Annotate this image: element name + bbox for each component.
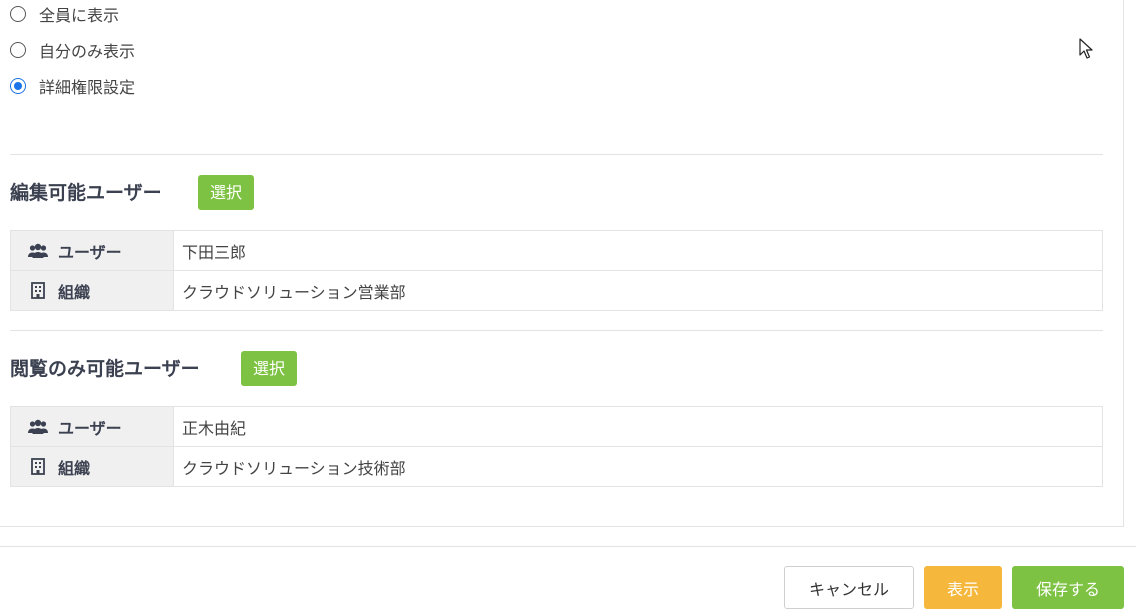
user-value: 正木由紀 (173, 406, 1103, 447)
org-value: クラウドソリューション技術部 (173, 446, 1103, 487)
org-label: 組織 (58, 282, 91, 302)
user-label-cell: ユーザー (10, 230, 174, 271)
edit-users-table: ユーザー 下田三郎 組織 クラウドソリューション営業部 (10, 230, 1103, 311)
save-button[interactable]: 保存する (1012, 566, 1124, 609)
divider (10, 154, 1103, 155)
table-row: ユーザー 正木由紀 (10, 406, 1103, 447)
user-label: ユーザー (58, 242, 122, 262)
radio-button[interactable] (10, 42, 26, 58)
footer-divider (0, 546, 1136, 547)
user-label: ユーザー (58, 418, 122, 438)
radio-show-self[interactable]: 自分のみ表示 (10, 38, 135, 62)
user-value: 下田三郎 (173, 230, 1103, 271)
building-icon (27, 458, 49, 475)
radio-show-all[interactable]: 全員に表示 (10, 2, 119, 26)
table-row: ユーザー 下田三郎 (10, 230, 1103, 271)
cancel-button[interactable]: キャンセル (784, 566, 914, 609)
table-row: 組織 クラウドソリューション技術部 (10, 446, 1103, 487)
mouse-cursor-icon (1079, 38, 1093, 64)
edit-users-title: 編集可能ユーザー (10, 182, 162, 204)
radio-label: 自分のみ表示 (39, 42, 136, 61)
radio-button[interactable] (10, 6, 26, 22)
org-value: クラウドソリューション営業部 (173, 270, 1103, 311)
divider (10, 330, 1103, 331)
org-label-cell: 組織 (10, 270, 174, 311)
edit-users-select-button[interactable]: 選択 (198, 175, 255, 210)
view-users-table: ユーザー 正木由紀 組織 クラウドソリューション技術部 (10, 406, 1103, 487)
org-label: 組織 (58, 458, 91, 478)
radio-label: 詳細権限設定 (39, 78, 136, 97)
users-icon (27, 243, 49, 259)
org-label-cell: 組織 (10, 446, 174, 487)
radio-label: 全員に表示 (39, 6, 120, 25)
table-row: 組織 クラウドソリューション営業部 (10, 270, 1103, 311)
user-label-cell: ユーザー (10, 406, 174, 447)
radio-button[interactable] (10, 78, 26, 94)
view-users-select-button[interactable]: 選択 (241, 351, 298, 386)
permission-panel: 全員に表示 自分のみ表示 詳細権限設定 編集可能ユーザー 選択 ユーザー 下田三… (0, 0, 1124, 527)
users-icon (27, 419, 49, 435)
radio-detailed-permission[interactable]: 詳細権限設定 (10, 74, 135, 98)
show-button[interactable]: 表示 (924, 566, 1002, 609)
view-users-title: 閲覧のみ可能ユーザー (10, 358, 200, 380)
building-icon (27, 282, 49, 299)
